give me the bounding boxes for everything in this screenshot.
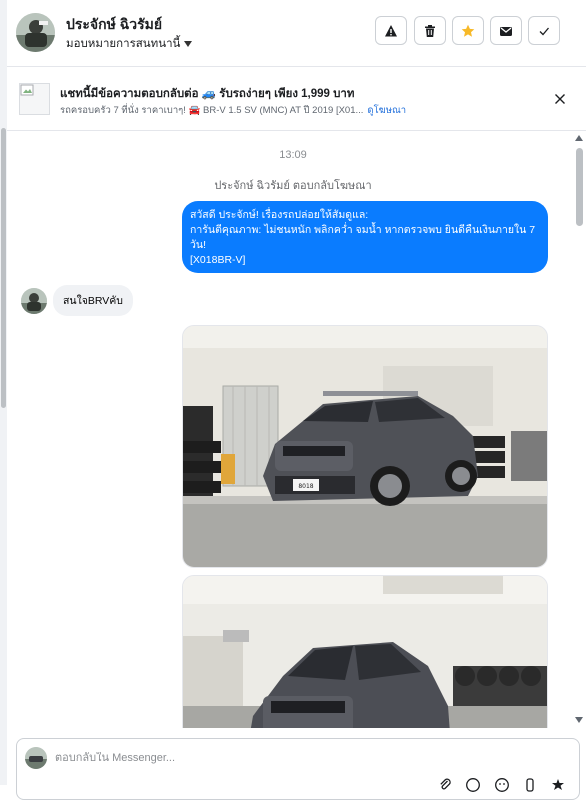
contact-name: ประจักษ์ ฉิวรัมย์ [66,16,163,32]
license-plate: 8018 [298,483,313,490]
outgoing-line: การันตีคุณภาพ: ไม่ชนหนัก พลิกคว่ำ จมน้ำ … [190,224,536,236]
message-thread[interactable]: 13:09 ประจักษ์ ฉิวรัมย์ ตอบกลับโฆษณา สวั… [7,131,586,728]
ad-description: รถครอบครัว 7 ที่นั่ง ราคาเบาๆ! 🚘 BR-V 1.… [60,105,364,116]
sender-avatar[interactable] [21,288,47,314]
ad-banner: แชทนี้มีข้อความตอบกลับต่อ 🚙 รับรถง่ายๆ เ… [7,67,586,131]
incoming-message[interactable]: สนใจBRVคับ [53,285,133,316]
mail-icon [500,26,512,36]
outgoing-message[interactable]: สวัสดี ประจักษ์! เรื่องรถปล่อยให้สัมดูแล… [182,201,548,273]
assign-label: มอบหมายการสนทนานี้ [66,38,181,50]
like-button[interactable] [550,777,566,793]
thread-scrollbar[interactable] [573,131,586,728]
mark-done-button[interactable] [528,16,560,45]
outgoing-line: วัน! [190,239,206,251]
left-panel-edge [0,0,7,785]
message-composer [16,738,580,800]
report-button[interactable] [375,16,407,45]
outgoing-line: สวัสดี ประจักษ์! เรื่องรถปล่อยให้สัมดูแล… [190,209,369,221]
attach-button[interactable] [437,777,453,793]
thread-scroll-thumb[interactable] [576,148,583,226]
star-button[interactable] [452,16,484,45]
sticker-icon [495,778,509,792]
caret-down-icon [184,40,193,47]
gif-button[interactable] [522,777,538,793]
left-scroll-thumb[interactable] [1,128,6,408]
check-icon [539,27,549,35]
emoji-button[interactable] [465,777,481,793]
broken-image-icon [20,84,34,96]
car-photo-1[interactable]: 8018 [182,325,548,568]
contact-avatar[interactable] [16,13,55,52]
ad-thumbnail[interactable] [19,83,50,115]
conversation-header: ประจักษ์ ฉิวรัมย์ มอบหมายการสนทนานี้ [7,0,586,67]
reply-input[interactable] [55,752,435,764]
ad-reply-note: ประจักษ์ ฉิวรัมย์ ตอบกลับโฆษณา [214,180,372,192]
delete-button[interactable] [414,16,446,45]
outgoing-line: [X018BR-V] [190,254,246,266]
scroll-up-icon[interactable] [575,135,583,141]
view-ad-link[interactable]: ดูโฆษณา [367,105,406,116]
warning-icon [385,24,397,36]
trash-icon [425,24,435,37]
gif-icon [526,778,534,792]
car-photo-2[interactable]: 8018 [182,575,548,728]
scroll-down-icon[interactable] [575,717,583,723]
page-avatar [25,747,47,769]
ad-title: แชทนี้มีข้อความตอบกลับต่อ 🚙 รับรถง่ายๆ เ… [60,88,355,100]
message-timestamp: 13:09 [279,149,307,161]
close-icon [555,94,565,104]
sticker-button[interactable] [494,777,510,793]
assign-conversation-dropdown[interactable]: มอบหมายการสนทนานี้ [66,35,193,53]
mark-unread-button[interactable] [490,16,522,45]
like-icon [552,779,564,790]
emoji-icon [466,778,480,792]
star-icon [461,24,475,37]
attach-icon [440,778,451,790]
close-ad-button[interactable] [552,91,568,107]
ad-subtitle: รถครอบครัว 7 ที่นั่ง ราคาเบาๆ! 🚘 BR-V 1.… [60,103,406,118]
